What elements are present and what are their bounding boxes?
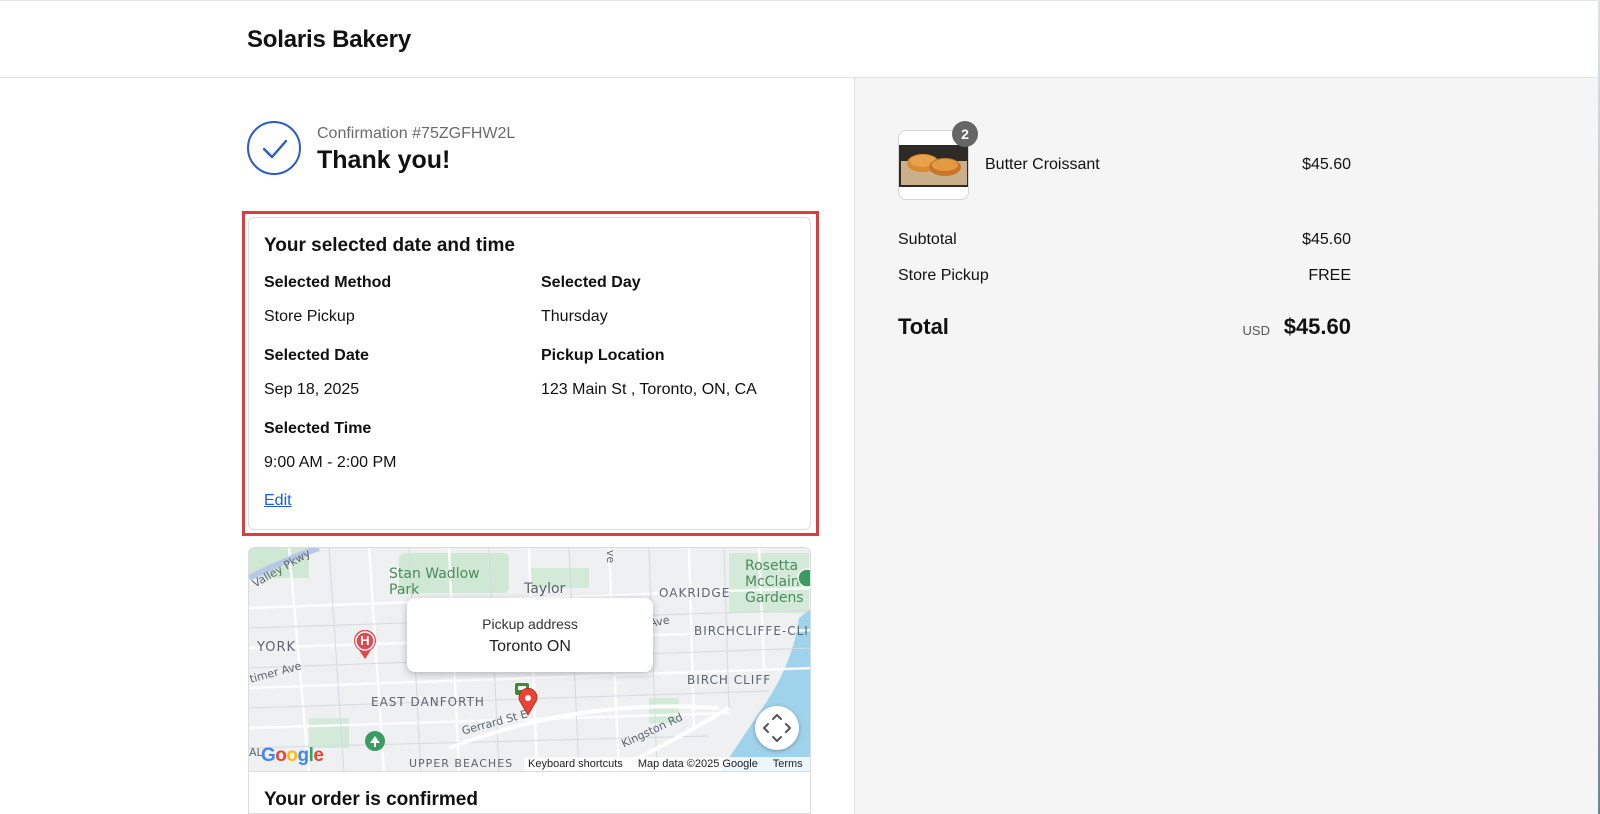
shipping-value: FREE — [1308, 267, 1351, 284]
hospital-icon[interactable]: H — [353, 629, 377, 660]
time-label: Selected Time — [264, 420, 372, 437]
map-label-birchcliffe: BIRCHCLIFFE-CLI — [694, 624, 809, 638]
card-title: Your selected date and time — [264, 235, 515, 256]
confirmation-number: Confirmation #75ZGFHW2L — [317, 125, 516, 142]
checkmark-icon — [247, 121, 301, 175]
method-value: Store Pickup — [264, 308, 355, 325]
map-footer: Keyboard shortcuts Map data ©2025 Google… — [524, 757, 810, 771]
map-terms-link[interactable]: Terms — [773, 758, 803, 770]
page-title: Thank you! — [317, 146, 451, 174]
map-label-stan-wadlow: Stan Wadlow Park — [389, 566, 480, 598]
edit-link[interactable]: Edit — [264, 492, 292, 510]
day-label: Selected Day — [541, 274, 641, 291]
subtotal-value: $45.60 — [1302, 231, 1351, 248]
map-data-attribution: Map data ©2025 Google — [637, 758, 758, 770]
item-name: Butter Croissant — [985, 156, 1100, 173]
time-value: 9:00 AM - 2:00 PM — [264, 454, 397, 471]
park-icon[interactable] — [363, 730, 387, 756]
site-header: Solaris Bakery — [0, 0, 1598, 78]
shipping-label: Store Pickup — [898, 267, 989, 284]
location-label: Pickup Location — [541, 347, 665, 364]
selected-date-time-card — [248, 217, 811, 530]
subtotal-label: Subtotal — [898, 231, 957, 248]
location-value: 123 Main St , Toronto, ON, CA — [541, 381, 757, 398]
place-marker-icon[interactable] — [797, 568, 810, 592]
fullscreen-icon[interactable] — [755, 706, 799, 750]
map-label-york: YORK — [257, 640, 297, 655]
order-confirmed-title: Your order is confirmed — [264, 789, 478, 810]
item-price: $45.60 — [1302, 156, 1351, 173]
map-label-oakridge: OAKRIDGE — [659, 586, 731, 600]
total-value: $45.60 — [1283, 314, 1351, 339]
method-label: Selected Method — [264, 274, 392, 291]
hospital-glyph: H — [360, 633, 370, 648]
brand-name[interactable]: Solaris Bakery — [247, 26, 411, 54]
pickup-map[interactable]: Stan Wadlow Park Taylor OAKRIDGE Rosetta M… — [248, 547, 811, 772]
pickup-address-label: Pickup address — [482, 616, 578, 632]
map-label-upper-beaches: UPPER BEACHES — [409, 757, 514, 770]
day-value: Thursday — [541, 308, 608, 325]
date-label: Selected Date — [264, 347, 369, 364]
total-label: Total — [898, 314, 949, 339]
map-label-birch-cliff: BIRCH CLIFF — [687, 673, 772, 687]
keyboard-shortcuts-link[interactable]: Keyboard shortcuts — [528, 758, 623, 770]
map-label-east-danforth: EAST DANFORTH — [371, 695, 485, 709]
pickup-address-card: Pickup address Toronto ON — [407, 598, 653, 672]
google-logo: Google — [261, 745, 324, 766]
map-label-rosetta: Rosetta McClain Gardens — [745, 558, 804, 606]
map-label-ave-top: ve — [604, 549, 618, 564]
quantity-badge: 2 — [952, 121, 978, 147]
date-value: Sep 18, 2025 — [264, 381, 360, 398]
map-pin-icon[interactable] — [517, 688, 539, 716]
map-label-taylor: Taylor — [524, 581, 566, 597]
pickup-address-city: Toronto ON — [489, 638, 571, 655]
